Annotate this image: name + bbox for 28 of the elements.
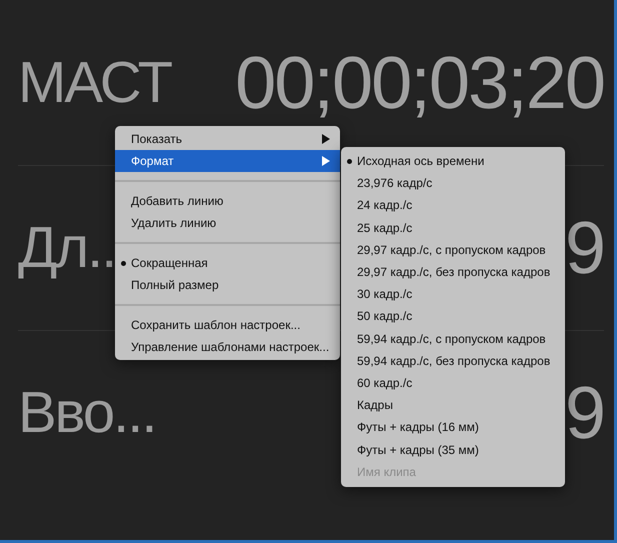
menu-item[interactable]: Управление шаблонами настроек... [115,336,340,358]
menu-item[interactable]: Футы + кадры (16 мм) [341,416,565,438]
timecode-value: 00;00;03;20 [235,46,604,120]
menu-item[interactable]: Формат [115,150,340,172]
row-label: МАСТ [18,54,172,112]
menu-item[interactable]: Исходная ось времени [341,150,565,172]
menu-item[interactable]: 30 кадр./с [341,283,565,306]
menu-item[interactable]: Кадры [341,394,565,416]
menu-item[interactable]: 29,97 кадр./с, с пропуском кадров [341,238,565,261]
menu-item[interactable]: Футы + кадры (35 мм) [341,438,565,461]
menu-item[interactable]: Удалить линию [115,212,340,234]
menu-item[interactable]: 59,94 кадр./с, без пропуска кадров [341,350,565,372]
menu-item[interactable]: 59,94 кадр./с, с пропуском кадров [341,328,565,350]
menu-item[interactable]: Сохранить шаблон настроек... [115,314,340,336]
menu-item[interactable]: 24 кадр./с [341,194,565,217]
menu-item[interactable]: Полный размер [115,274,340,296]
menu-item[interactable]: Добавить линию [115,190,340,212]
menu-item[interactable]: Сокращенная [115,252,340,274]
menu-item[interactable]: 50 кадр./с [341,305,565,328]
menu-item[interactable]: 25 кадр./с [341,216,565,239]
menu-item[interactable]: 23,976 кадр/с [341,172,565,194]
timecode-value: 9 [564,211,604,285]
row-label: Вво... [18,384,156,442]
menu-item[interactable]: 60 кадр./с [341,372,565,394]
menu-item[interactable]: Показать [115,128,340,150]
timecode-value: 9 [564,376,604,450]
menu-item[interactable]: 29,97 кадр./с, без пропуска кадров [341,260,565,284]
row-label: Дл.. [18,219,116,277]
